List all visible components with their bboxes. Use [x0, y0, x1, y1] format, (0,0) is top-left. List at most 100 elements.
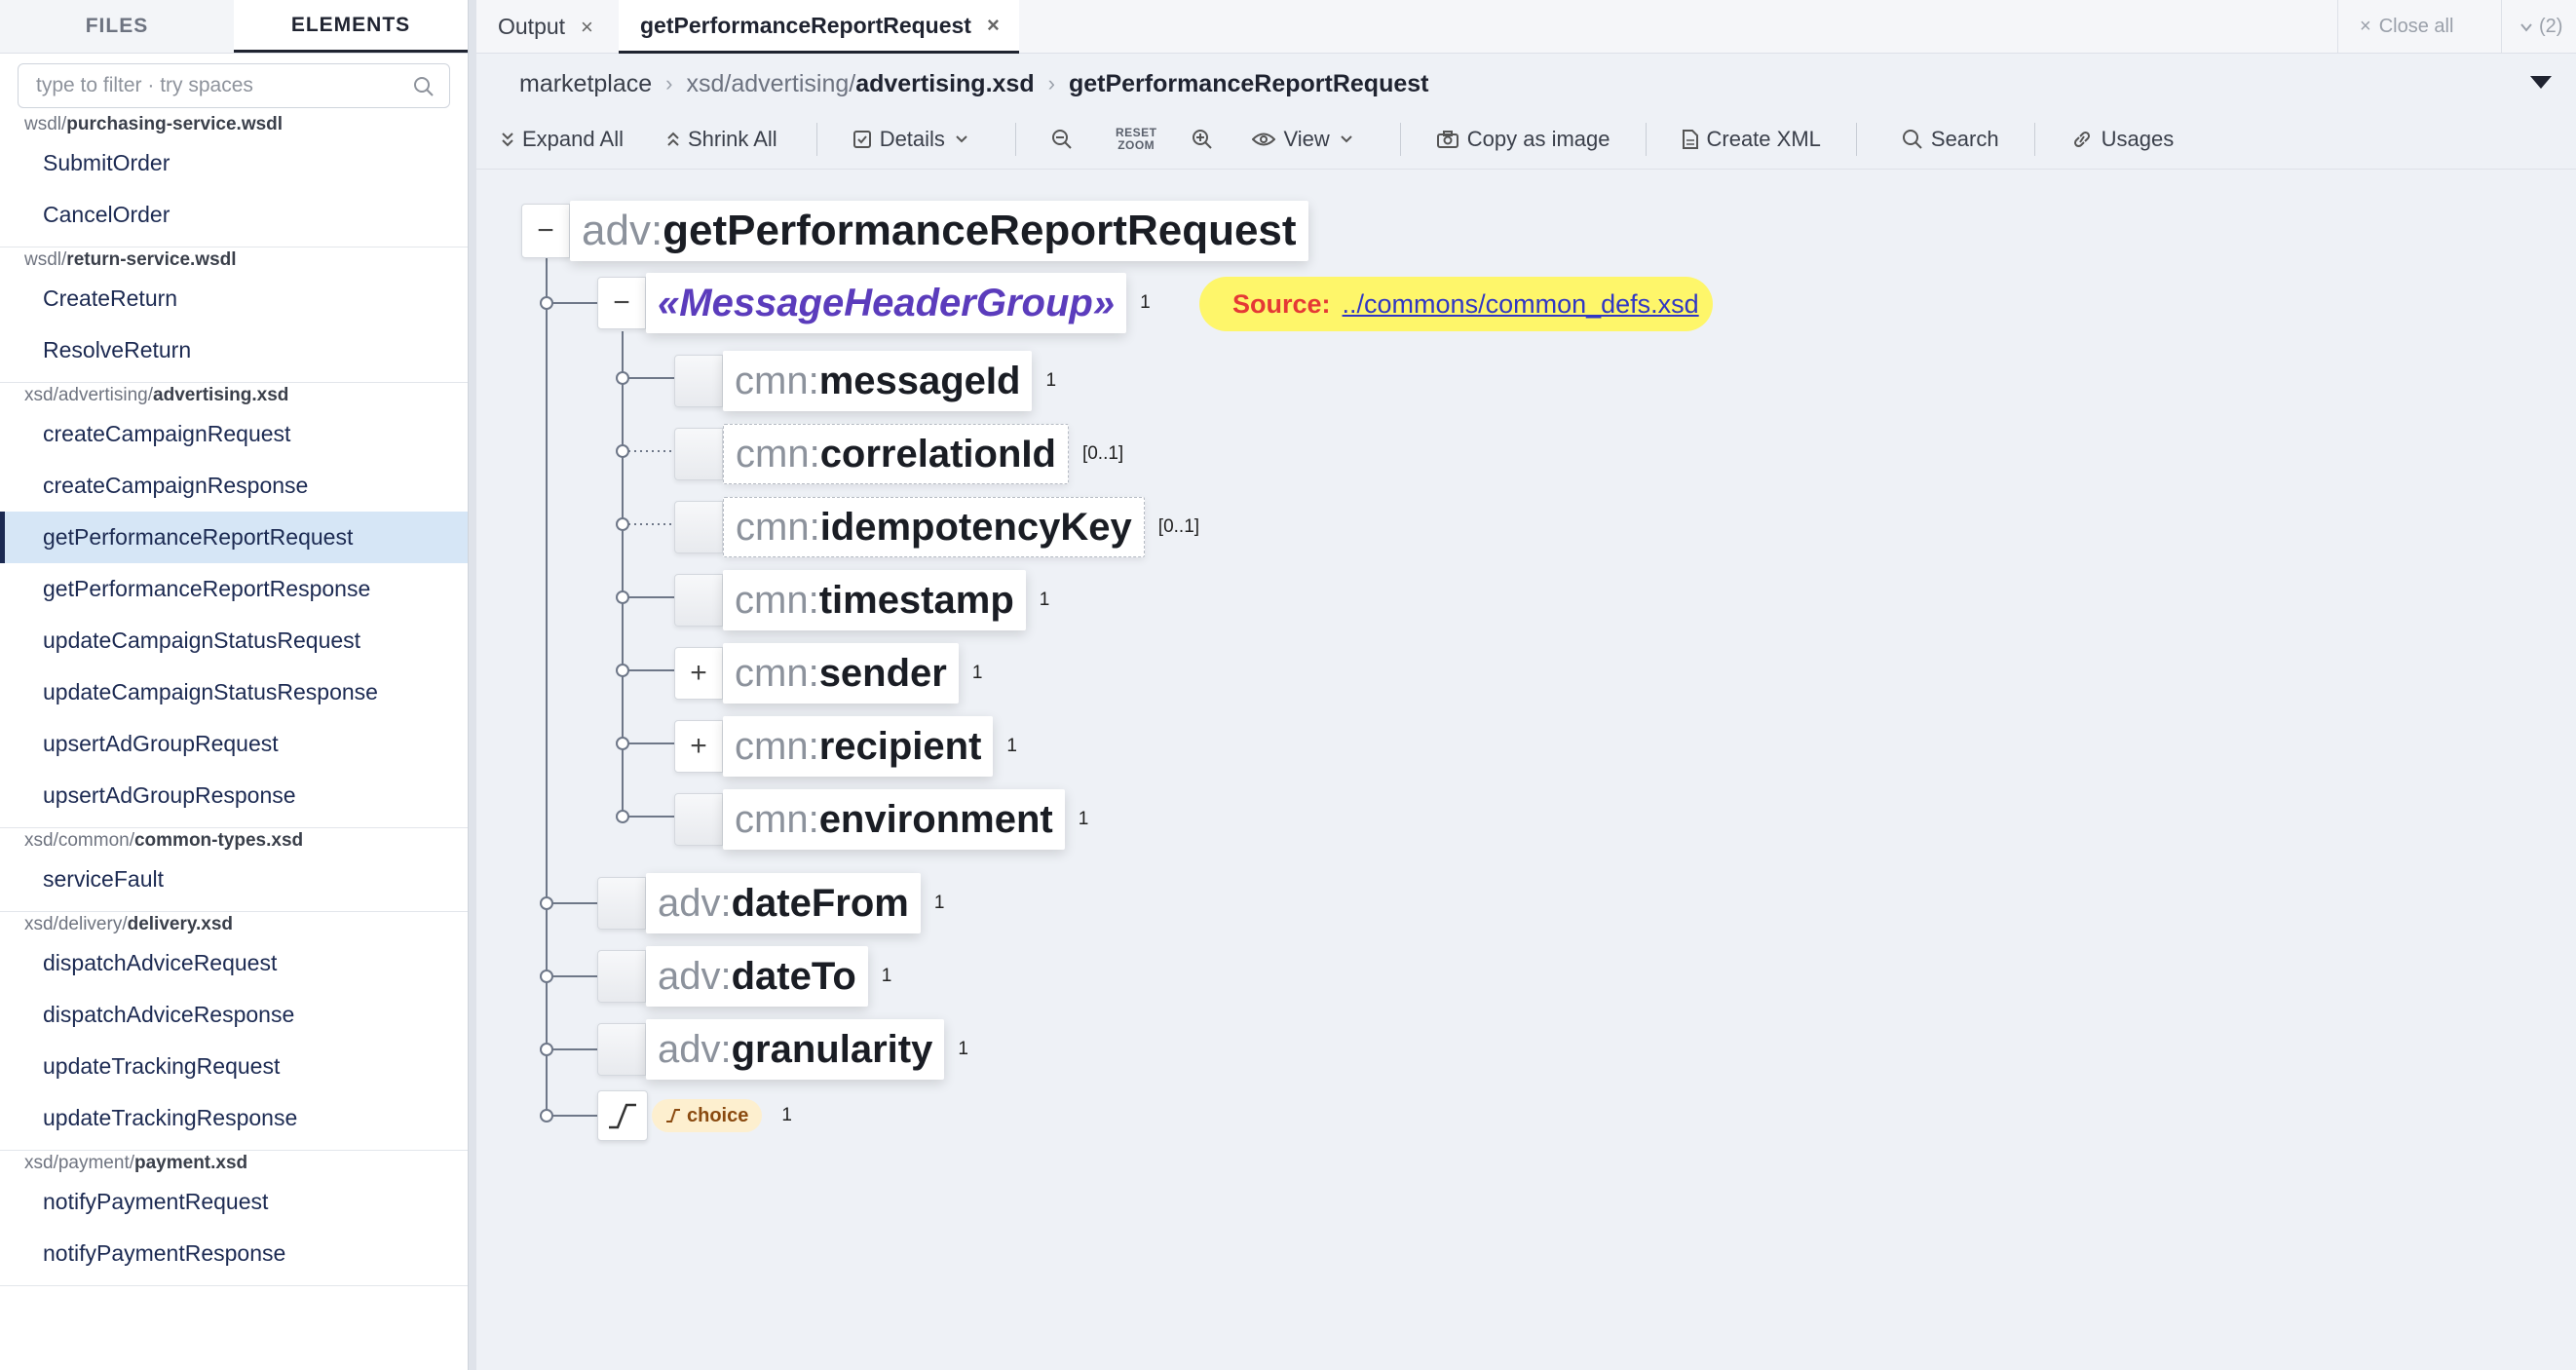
sidebar-item[interactable]: updateCampaignStatusRequest — [0, 615, 468, 666]
child-element-node[interactable]: adv: dateTo 1 — [597, 946, 891, 1007]
group-node[interactable]: − «MessageHeaderGroup» 1 — [597, 273, 1151, 333]
sidebar-item[interactable]: updateTrackingRequest — [0, 1041, 468, 1092]
cardinality: [0..1] — [1157, 516, 1200, 537]
cardinality: 1 — [1039, 590, 1050, 610]
child-element-node[interactable]: adv: granularity 1 — [597, 1019, 968, 1080]
element-list: wsdl/purchasing-service.wsdl SubmitOrder C… — [0, 112, 468, 1286]
child-element-node[interactable]: cmn: environment 1 — [674, 789, 1088, 850]
choice-node[interactable]: choice 1 — [597, 1089, 792, 1142]
root-element-node[interactable]: − adv: getPerformanceReportRequest — [521, 201, 1308, 261]
element-prefix: cmn: — [735, 797, 819, 841]
element-name: messageId — [818, 359, 1021, 402]
sidebar-item[interactable]: updateTrackingResponse — [0, 1092, 468, 1144]
child-element-box: cmn: timestamp — [723, 570, 1026, 630]
child-element-box: cmn: messageId — [723, 351, 1033, 411]
sidebar-item[interactable]: serviceFault — [0, 854, 468, 905]
source-annotation: Source: ../commons/common_defs.xsd — [1199, 277, 1713, 331]
expand-toggle[interactable]: + — [674, 647, 723, 700]
child-element-node[interactable]: adv: dateFrom 1 — [597, 873, 944, 933]
element-prefix: cmn: — [736, 432, 820, 476]
sidebar-item[interactable]: upsertAdGroupResponse — [0, 770, 468, 821]
expand-toggle[interactable]: + — [674, 720, 723, 773]
sidebar-resize-handle[interactable] — [468, 0, 476, 1370]
cardinality: 1 — [1045, 370, 1057, 391]
sidebar-item[interactable]: notifyPaymentRequest — [0, 1176, 468, 1228]
sidebar-item[interactable]: CancelOrder — [0, 189, 468, 241]
filter-input[interactable] — [19, 64, 449, 107]
element-name: sender — [818, 651, 947, 695]
child-element-node[interactable]: + cmn: sender 1 — [674, 643, 982, 704]
element-name: timestamp — [818, 578, 1014, 622]
element-prefix: adv: — [658, 954, 732, 998]
connector-node — [540, 970, 553, 983]
filter-box — [18, 63, 450, 108]
source-link[interactable]: ../commons/common_defs.xsd — [1343, 289, 1699, 320]
file-group-file: advertising.xsd — [153, 385, 289, 405]
sidebar-item[interactable]: CreateReturn — [0, 273, 468, 324]
sidebar-item[interactable]: createCampaignResponse — [0, 460, 468, 512]
leaf-marker — [674, 793, 723, 846]
sidebar-item[interactable]: createCampaignRequest — [0, 408, 468, 460]
cardinality: 1 — [1140, 292, 1151, 313]
file-group: xsd/payment/payment.xsd notifyPaymentRequ… — [0, 1151, 468, 1286]
sidebar-item[interactable]: SubmitOrder — [0, 137, 468, 189]
element-prefix: cmn: — [735, 724, 819, 768]
root-prefix: adv: — [582, 207, 663, 254]
connector-node — [540, 296, 553, 310]
file-group-dir: xsd/common/ — [24, 830, 134, 851]
child-element-node[interactable]: cmn: idempotencyKey [0..1] — [674, 497, 1199, 557]
child-element-box: cmn: recipient — [723, 716, 994, 777]
child-element-node[interactable]: + cmn: recipient 1 — [674, 716, 1017, 777]
tab-elements[interactable]: ELEMENTS — [234, 0, 468, 53]
sidebar-item[interactable]: getPerformanceReportRequest — [0, 512, 468, 563]
leaf-marker — [674, 501, 723, 553]
cardinality: 1 — [1006, 736, 1017, 756]
child-element-node[interactable]: cmn: messageId 1 — [674, 351, 1056, 411]
sidebar-tabs: FILES ELEMENTS — [0, 0, 468, 54]
file-group-dir: wsdl/ — [24, 249, 67, 270]
file-group-header: xsd/payment/payment.xsd — [0, 1151, 468, 1176]
element-name: recipient — [818, 724, 982, 768]
sidebar-item[interactable]: upsertAdGroupRequest — [0, 718, 468, 770]
root-name: getPerformanceReportRequest — [663, 207, 1297, 254]
collapse-toggle[interactable]: − — [597, 277, 646, 329]
child-element-box: adv: dateFrom — [646, 873, 921, 933]
choice-label: choice — [687, 1104, 749, 1126]
group-box: «MessageHeaderGroup» — [646, 273, 1127, 333]
child-element-box: adv: granularity — [646, 1019, 945, 1080]
collapse-toggle[interactable]: − — [521, 204, 570, 258]
file-group-header: xsd/common/common-types.xsd — [0, 828, 468, 854]
choice-badge: choice — [652, 1099, 763, 1132]
file-group-dir: xsd/delivery/ — [24, 914, 128, 934]
file-group: xsd/common/common-types.xsd serviceFault — [0, 828, 468, 912]
leaf-marker — [597, 1023, 646, 1076]
cardinality: 1 — [1078, 809, 1089, 829]
sidebar-item[interactable]: updateCampaignStatusResponse — [0, 666, 468, 718]
child-element-node[interactable]: cmn: timestamp 1 — [674, 570, 1049, 630]
connector-node — [540, 896, 553, 910]
cardinality: 1 — [881, 966, 892, 986]
connector-node — [540, 1043, 553, 1056]
connector-node — [616, 737, 629, 750]
leaf-marker — [674, 355, 723, 407]
sidebar-item[interactable]: dispatchAdviceResponse — [0, 989, 468, 1041]
sidebar-item[interactable]: notifyPaymentResponse — [0, 1228, 468, 1279]
cardinality: 1 — [971, 663, 983, 683]
tab-files[interactable]: FILES — [0, 0, 234, 53]
file-group: xsd/delivery/delivery.xsd dispatchAdviceR… — [0, 912, 468, 1151]
search-icon — [414, 77, 434, 96]
element-prefix: cmn: — [735, 651, 819, 695]
choice-toggle[interactable] — [597, 1090, 648, 1141]
leaf-marker — [597, 950, 646, 1003]
sidebar-item[interactable]: ResolveReturn — [0, 324, 468, 376]
sidebar-item[interactable]: dispatchAdviceRequest — [0, 937, 468, 989]
root-element-box: adv: getPerformanceReportRequest — [570, 201, 1308, 261]
file-group: xsd/advertising/advertising.xsd createCam… — [0, 383, 468, 828]
element-name: dateTo — [731, 954, 856, 998]
file-group-header: xsd/advertising/advertising.xsd — [0, 383, 468, 408]
sidebar-item[interactable]: getPerformanceReportResponse — [0, 563, 468, 615]
child-element-node[interactable]: cmn: correlationId [0..1] — [674, 424, 1123, 484]
child-element-box: cmn: environment — [723, 789, 1065, 850]
element-name: granularity — [731, 1027, 933, 1071]
file-group-dir: xsd/payment/ — [24, 1153, 134, 1173]
